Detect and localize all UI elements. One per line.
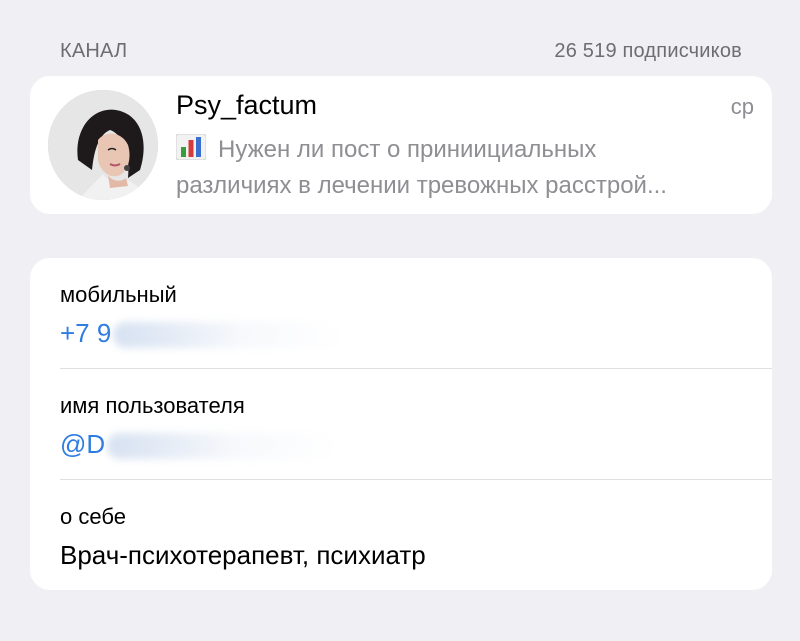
mobile-value[interactable]: +7 9	[60, 316, 344, 350]
username-text: @D	[60, 429, 106, 459]
channel-message-preview: Нужен ли пост о приниициальных различиях…	[176, 132, 756, 204]
row-divider	[60, 368, 772, 369]
mobile-number-text: +7 9	[60, 318, 112, 348]
channel-card[interactable]: Psy_factum ср Нужен ли пост о приниициал…	[30, 76, 772, 214]
channel-name: Psy_factum	[176, 90, 318, 120]
username-row[interactable]: имя пользователя @D	[60, 391, 772, 461]
redacted-blur	[113, 322, 344, 349]
preview-text-1: Нужен ли пост о приниициальных	[218, 136, 597, 163]
row-divider	[60, 479, 772, 480]
channel-avatar[interactable]	[48, 90, 158, 200]
section-title: КАНАЛ	[60, 39, 128, 62]
bar-chart-icon	[176, 134, 206, 160]
redacted-blur	[107, 433, 338, 460]
about-value: Врач-психотерапевт, психиатр	[60, 540, 426, 570]
username-value[interactable]: @D	[60, 427, 338, 461]
about-row: о себе Врач-психотерапевт, психиатр	[60, 502, 772, 572]
username-label: имя пользователя	[60, 393, 245, 418]
mobile-row[interactable]: мобильный +7 9	[60, 280, 772, 350]
contact-info-card: мобильный +7 9 имя пользователя @D о себ…	[30, 258, 772, 590]
channel-section-header: КАНАЛ 26 519 подписчиков	[60, 38, 742, 64]
subscriber-count: 26 519 подписчиков	[554, 39, 742, 62]
about-label: о себе	[60, 504, 126, 529]
mobile-label: мобильный	[60, 282, 177, 307]
avatar-image	[48, 90, 158, 200]
channel-last-message-time: ср	[730, 94, 754, 119]
preview-line-1: Нужен ли пост о приниициальных	[176, 132, 756, 168]
preview-line-2: различиях в лечении тревожных расстрой..…	[176, 172, 667, 199]
